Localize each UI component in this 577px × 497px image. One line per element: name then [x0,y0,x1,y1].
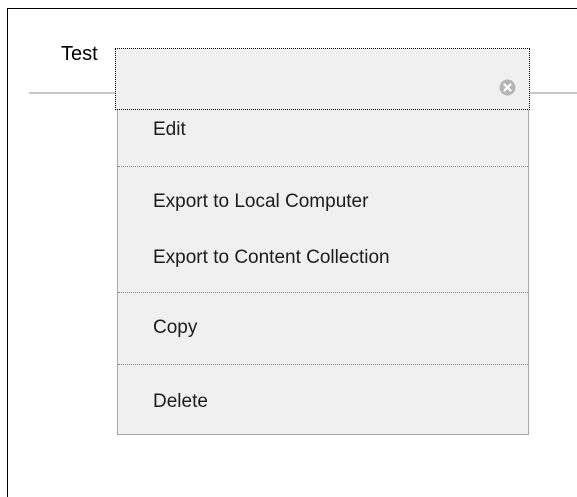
menu-item-delete[interactable]: Delete [153,390,208,414]
menu-item-export-content-collection[interactable]: Export to Content Collection [153,246,390,270]
menu-separator [118,292,528,293]
close-circle-icon[interactable] [499,79,516,96]
menu-item-export-local[interactable]: Export to Local Computer [153,190,368,214]
context-menu-header [115,48,530,110]
menu-separator [118,364,528,365]
menu-separator [118,166,528,167]
menu-item-edit[interactable]: Edit [153,118,186,142]
menu-item-copy[interactable]: Copy [153,316,197,340]
item-title[interactable]: Test [61,42,98,66]
context-menu: Edit Export to Local Computer Export to … [117,110,529,435]
